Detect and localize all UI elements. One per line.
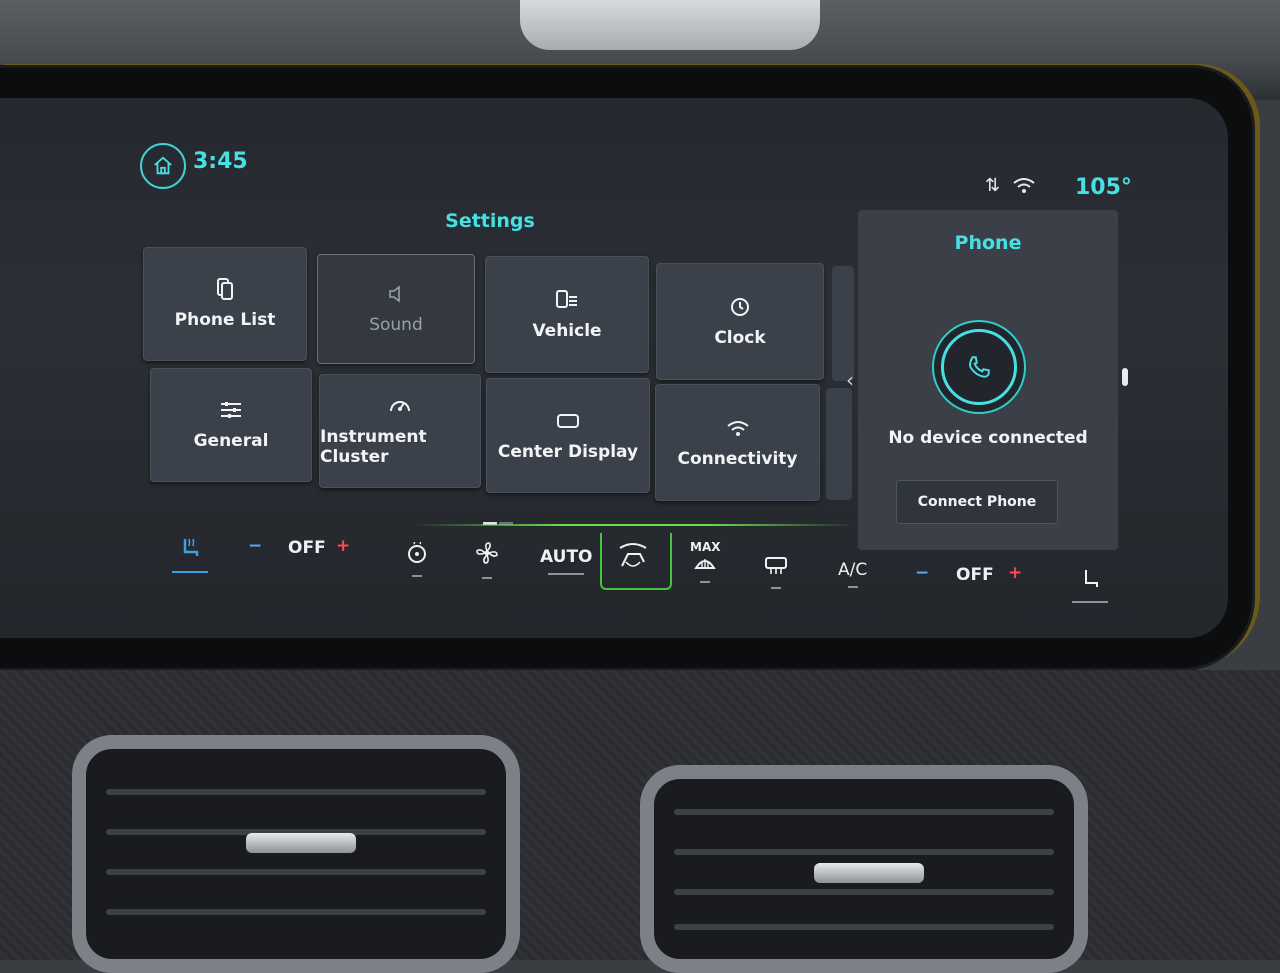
tile-connectivity[interactable]: Connectivity xyxy=(655,384,820,501)
seat-icon xyxy=(1085,570,1098,587)
passenger-fan-decrease[interactable]: − xyxy=(915,563,929,583)
driver-seat-heat-button[interactable] xyxy=(172,536,208,573)
climate-auto-button[interactable]: AUTO xyxy=(540,547,593,575)
vent-adjuster[interactable] xyxy=(814,863,924,883)
display-icon xyxy=(555,410,581,432)
tile-label: General xyxy=(193,431,269,451)
tile-general[interactable]: General xyxy=(150,368,312,482)
vehicle-settings-icon xyxy=(554,289,580,311)
windshield-glare xyxy=(520,0,820,50)
tile-vehicle[interactable]: Vehicle xyxy=(485,256,649,373)
phone-status-ring xyxy=(932,320,1026,414)
fan-icon xyxy=(476,542,498,564)
tile-partial[interactable] xyxy=(832,266,854,381)
tile-partial[interactable] xyxy=(826,388,852,500)
phone-status-text: No device connected xyxy=(888,428,1088,448)
tile-label: Phone List xyxy=(174,310,276,330)
fan-speed-button[interactable] xyxy=(474,540,500,579)
home-icon xyxy=(154,156,172,175)
scroll-indicator xyxy=(1122,368,1128,386)
tile-instrument-cluster[interactable]: Instrument Cluster xyxy=(319,374,481,488)
tile-phone-list[interactable]: Phone List xyxy=(143,247,307,361)
vent-adjuster[interactable] xyxy=(246,833,356,853)
passenger-seat-heat-button[interactable] xyxy=(1072,568,1108,603)
connect-phone-button[interactable]: Connect Phone xyxy=(896,480,1058,524)
left-air-vent xyxy=(72,735,520,973)
heated-wheel-button[interactable] xyxy=(405,540,429,577)
phone-list-icon xyxy=(212,278,238,300)
driver-fan-status: OFF xyxy=(288,538,326,558)
tile-center-display[interactable]: Center Display xyxy=(486,378,650,493)
tile-label: Connectivity xyxy=(677,448,798,469)
tile-clock[interactable]: Clock xyxy=(656,263,824,380)
home-button[interactable] xyxy=(140,143,186,189)
status-icons: ⇅ xyxy=(985,175,1036,196)
rear-defrost-icon xyxy=(765,557,787,574)
right-air-vent xyxy=(640,765,1088,973)
tile-label: Vehicle xyxy=(532,320,602,341)
data-transfer-icon: ⇅ xyxy=(985,175,1001,196)
recirculation-button[interactable] xyxy=(616,540,650,581)
wifi-hotspot-icon xyxy=(1013,177,1035,193)
seat-heat-icon xyxy=(183,538,199,556)
recirculation-icon xyxy=(619,543,647,567)
driver-fan-increase[interactable]: + xyxy=(336,536,350,556)
outside-temperature: 105° xyxy=(1075,175,1132,200)
tile-label: Sound xyxy=(369,315,423,335)
passenger-fan-increase[interactable]: + xyxy=(1008,563,1022,583)
phone-panel: Phone No device connected Connect Phone xyxy=(858,210,1118,550)
sliders-icon xyxy=(218,399,244,421)
phone-panel-title: Phone xyxy=(954,232,1022,254)
gauge-icon xyxy=(387,395,413,417)
wifi-icon xyxy=(725,417,751,439)
front-defrost-icon xyxy=(694,559,717,569)
page-indicator xyxy=(483,510,515,525)
steering-wheel-heat-icon xyxy=(408,540,426,563)
speaker-icon xyxy=(383,283,409,305)
rear-defrost-button[interactable] xyxy=(764,556,788,589)
tile-label: Center Display xyxy=(497,441,639,462)
chevron-left-icon[interactable]: ‹ xyxy=(846,368,854,392)
tile-sound[interactable]: Sound xyxy=(317,254,475,364)
tile-label: Clock xyxy=(714,327,766,348)
passenger-fan-status: OFF xyxy=(956,565,994,585)
ac-button[interactable]: A/C xyxy=(838,560,867,588)
climate-highlight-line xyxy=(415,524,855,526)
settings-title: Settings xyxy=(445,210,535,232)
clock-icon xyxy=(727,296,753,318)
driver-fan-decrease[interactable]: − xyxy=(248,536,262,556)
tile-label: Instrument Cluster xyxy=(320,427,427,467)
clock-time: 3:45 xyxy=(193,149,248,174)
max-defrost-button[interactable]: MAX xyxy=(690,540,720,583)
phone-icon xyxy=(941,329,1017,405)
